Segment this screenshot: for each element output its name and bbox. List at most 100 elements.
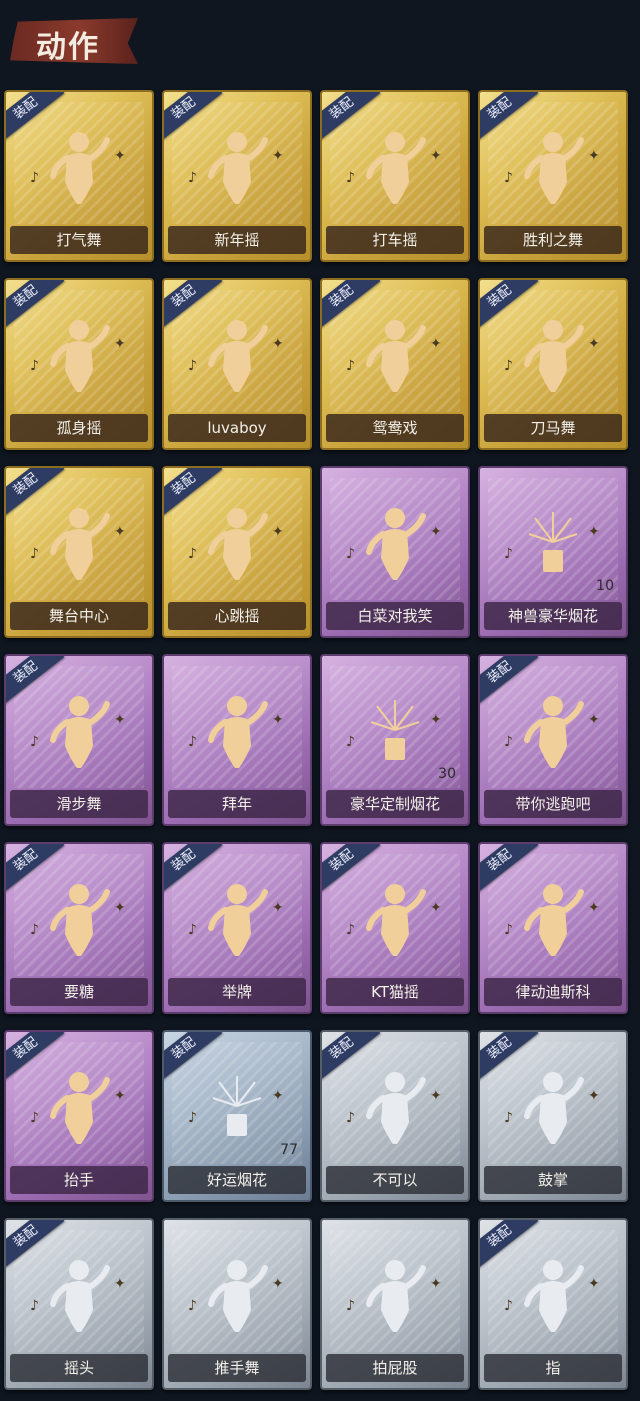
header: 动作 bbox=[0, 0, 640, 80]
action-card[interactable]: ♪ ✦ 鼓掌 装配 bbox=[478, 1030, 628, 1202]
action-card[interactable]: ♪ ✦ 不可以 装配 bbox=[320, 1030, 470, 1202]
item-count: 30 bbox=[438, 766, 456, 782]
action-label: 心跳摇 bbox=[214, 607, 260, 625]
sparkle-icon: ✦ bbox=[272, 1276, 284, 1292]
action-label: 带你逃跑吧 bbox=[515, 795, 591, 813]
sparkle-icon: ✦ bbox=[272, 712, 284, 728]
sparkle-icon: ✦ bbox=[588, 1088, 600, 1104]
fireworks-icon bbox=[528, 512, 578, 572]
page-title: 动作 bbox=[36, 30, 100, 65]
fireworks-icon bbox=[370, 700, 420, 760]
sparkle-icon: ✦ bbox=[588, 900, 600, 916]
action-label: 举牌 bbox=[221, 983, 252, 1001]
action-card[interactable]: ♪ ✦ 推手舞 bbox=[162, 1218, 312, 1390]
finger-wag-icon bbox=[366, 1072, 426, 1144]
action-card[interactable]: ♪ ✦ 舞台中心 装配 bbox=[4, 466, 154, 638]
action-card[interactable]: ♪ ✦ 10 神兽豪华烟花 bbox=[478, 466, 628, 638]
sparkle-icon: ✦ bbox=[430, 148, 442, 164]
action-label: 要糖 bbox=[63, 983, 94, 1001]
sparkle-icon: ✦ bbox=[114, 148, 126, 164]
music-note-icon: ♪ bbox=[188, 546, 197, 562]
music-note-icon: ♪ bbox=[188, 922, 197, 938]
reach-figure-icon bbox=[50, 884, 110, 956]
action-label: 打车摇 bbox=[372, 231, 418, 249]
sparkle-icon: ✦ bbox=[588, 712, 600, 728]
action-card[interactable]: ♪ ✦ 胜利之舞 装配 bbox=[478, 90, 628, 262]
action-card[interactable]: ♪ ✦ 心跳摇 装配 bbox=[162, 466, 312, 638]
action-label: 舞台中心 bbox=[48, 607, 109, 625]
sparkle-icon: ✦ bbox=[114, 712, 126, 728]
action-card[interactable]: ♪ ✦ 拜年 bbox=[162, 654, 312, 826]
action-card[interactable]: ♪ ✦ 摇头 装配 bbox=[4, 1218, 154, 1390]
action-label: 不可以 bbox=[372, 1171, 418, 1189]
sparkle-icon: ✦ bbox=[588, 1276, 600, 1292]
music-note-icon: ♪ bbox=[346, 734, 355, 750]
sparkle-icon: ✦ bbox=[430, 336, 442, 352]
action-card[interactable]: ♪ ✦ 鸳鸯戏 装配 bbox=[320, 278, 470, 450]
sparkle-icon: ✦ bbox=[114, 1276, 126, 1292]
action-card[interactable]: ♪ ✦ 举牌 装配 bbox=[162, 842, 312, 1014]
action-label: 鼓掌 bbox=[537, 1171, 568, 1189]
bow-figure-icon bbox=[208, 696, 268, 768]
action-card[interactable]: ♪ ✦ 30 豪华定制烟花 bbox=[320, 654, 470, 826]
sparkle-icon: ✦ bbox=[430, 900, 442, 916]
action-label: 指 bbox=[545, 1359, 561, 1377]
sparkle-icon: ✦ bbox=[588, 336, 600, 352]
action-label: 拜年 bbox=[221, 795, 252, 813]
music-note-icon: ♪ bbox=[504, 1110, 513, 1126]
sparkle-icon: ✦ bbox=[272, 900, 284, 916]
action-card[interactable]: ♪ ✦ 77 好运烟花 装配 bbox=[162, 1030, 312, 1202]
dance-figure-icon bbox=[524, 884, 584, 956]
action-label: 滑步舞 bbox=[56, 795, 102, 813]
sparkle-icon: ✦ bbox=[272, 524, 284, 540]
action-card[interactable]: ♪ ✦ 新年摇 装配 bbox=[162, 90, 312, 262]
action-label: 鸳鸯戏 bbox=[372, 419, 418, 437]
dance-figure-icon bbox=[208, 508, 268, 580]
dance-figure-icon bbox=[50, 508, 110, 580]
action-label: 抬手 bbox=[63, 1171, 94, 1189]
action-card[interactable]: ♪ ✦ 打气舞 装配 bbox=[4, 90, 154, 262]
dance-figure-icon bbox=[50, 696, 110, 768]
music-note-icon: ♪ bbox=[346, 358, 355, 374]
action-card[interactable]: ♪ ✦ 拍屁股 bbox=[320, 1218, 470, 1390]
sparkle-icon: ✦ bbox=[272, 148, 284, 164]
action-card[interactable]: ♪ ✦ KT猫摇 装配 bbox=[320, 842, 470, 1014]
dance-figure-icon bbox=[366, 508, 426, 580]
music-note-icon: ♪ bbox=[30, 546, 39, 562]
action-card[interactable]: ♪ ✦ luvaboy 装配 bbox=[162, 278, 312, 450]
action-label: KT猫摇 bbox=[371, 983, 419, 1001]
action-label: 好运烟花 bbox=[206, 1171, 267, 1189]
sparkle-icon: ✦ bbox=[114, 900, 126, 916]
action-label: 推手舞 bbox=[214, 1359, 260, 1377]
music-note-icon: ♪ bbox=[346, 1298, 355, 1314]
point-hand-icon bbox=[524, 1260, 584, 1332]
music-note-icon: ♪ bbox=[188, 358, 197, 374]
action-label: 豪华定制烟花 bbox=[349, 795, 440, 813]
action-label: 刀马舞 bbox=[530, 419, 576, 437]
action-card[interactable]: ♪ ✦ 孤身摇 装配 bbox=[4, 278, 154, 450]
music-note-icon: ♪ bbox=[346, 170, 355, 186]
action-card[interactable]: ♪ ✦ 打车摇 装配 bbox=[320, 90, 470, 262]
dance-figure-icon bbox=[524, 320, 584, 392]
item-count: 77 bbox=[280, 1142, 298, 1158]
action-card[interactable]: ♪ ✦ 抬手 装配 bbox=[4, 1030, 154, 1202]
dance-figure-icon bbox=[366, 132, 426, 204]
sparkle-icon: ✦ bbox=[272, 1088, 284, 1104]
sparkle-icon: ✦ bbox=[114, 1088, 126, 1104]
action-card[interactable]: ♪ ✦ 律动迪斯科 装配 bbox=[478, 842, 628, 1014]
action-label: 打气舞 bbox=[56, 231, 102, 249]
music-note-icon: ♪ bbox=[30, 922, 39, 938]
action-card[interactable]: ♪ ✦ 指装配 bbox=[478, 1218, 628, 1390]
action-card[interactable]: ♪ ✦ 刀马舞 装配 bbox=[478, 278, 628, 450]
dance-figure-icon bbox=[366, 884, 426, 956]
action-card[interactable]: ♪ ✦ 要糖 装配 bbox=[4, 842, 154, 1014]
action-card[interactable]: ♪ ✦ 滑步舞 装配 bbox=[4, 654, 154, 826]
music-note-icon: ♪ bbox=[30, 1110, 39, 1126]
action-card[interactable]: ♪ ✦ 白菜对我笑 bbox=[320, 466, 470, 638]
action-card[interactable]: ♪ ✦ 带你逃跑吧 装配 bbox=[478, 654, 628, 826]
sparkle-icon: ✦ bbox=[430, 1276, 442, 1292]
sparkle-icon: ✦ bbox=[588, 148, 600, 164]
action-label: 白菜对我笑 bbox=[357, 607, 433, 625]
action-label: 摇头 bbox=[63, 1359, 94, 1377]
sparkle-icon: ✦ bbox=[114, 336, 126, 352]
